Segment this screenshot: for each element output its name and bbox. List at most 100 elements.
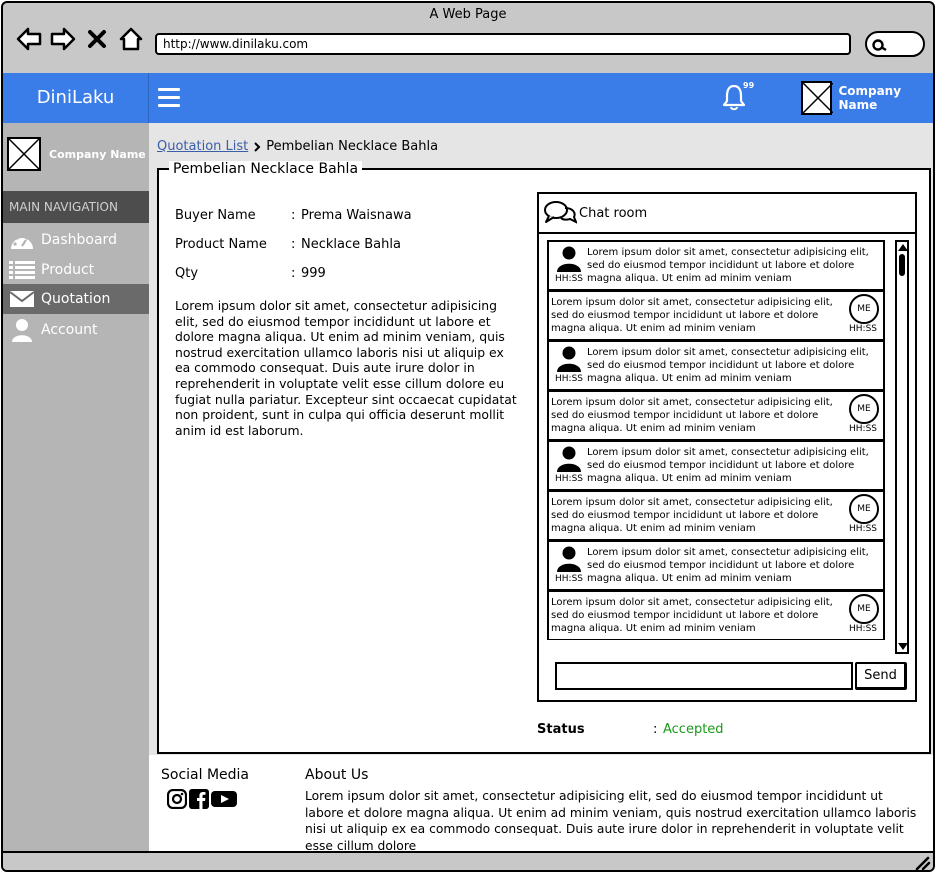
envelope-icon	[3, 289, 41, 309]
scroll-down-icon[interactable]	[898, 643, 908, 650]
chat-message-text: Lorem ipsum dolor sit amet, consectetur …	[551, 497, 833, 534]
browser-window: A Web Page http://www.dinilaku.com DiniL…	[1, 1, 935, 872]
chat-message-time: HH:SS	[555, 374, 583, 384]
chat-message-text: Lorem ipsum dolor sit amet, consectetur …	[587, 547, 869, 584]
sidebar-item-label: Product	[41, 262, 95, 278]
quotation-detail-panel: Pembelian Necklace Bahla Buyer Name : Pr…	[157, 161, 931, 754]
chat-message-input[interactable]	[555, 662, 853, 690]
close-icon[interactable]	[83, 25, 111, 53]
header-company[interactable]: Company Name	[801, 81, 933, 115]
chat-message-me: ME Lorem ipsum dolor sit amet, consectetu…	[547, 290, 885, 340]
quotation-description: Lorem ipsum dolor sit amet, consectetur …	[175, 298, 517, 438]
chat-message-time: HH:SS	[849, 324, 877, 334]
sidebar-company: Company Name	[7, 137, 146, 171]
chat-message-text: Lorem ipsum dolor sit amet, consectetur …	[587, 447, 869, 484]
chat-message-other: Lorem ipsum dolor sit amet, consectetur …	[547, 540, 885, 590]
search-icon	[872, 39, 887, 52]
scroll-thumb[interactable]	[899, 254, 905, 276]
about-us-title: About Us	[305, 767, 369, 783]
header-company-name: Company Name	[838, 84, 902, 112]
user-avatar-icon	[557, 446, 581, 476]
chat-title: Chat room	[579, 205, 648, 221]
me-avatar: ME	[849, 594, 879, 624]
chat-message-me: ME Lorem ipsum dolor sit amet, consectetu…	[547, 390, 885, 440]
sidebar: Company Name MAIN NAVIGATION Dashboard P…	[3, 123, 149, 851]
sidebar-company-name: Company Name	[49, 147, 146, 161]
company-logo-placeholder	[801, 81, 833, 115]
chat-message-text: Lorem ipsum dolor sit amet, consectetur …	[551, 397, 833, 434]
social-media-title: Social Media	[161, 767, 250, 783]
list-icon	[3, 260, 41, 280]
app-header: DiniLaku 99 Company Name	[3, 73, 933, 123]
notification-count: 99	[743, 81, 755, 90]
hamburger-menu-icon[interactable]	[158, 88, 180, 108]
chat-message-text: Lorem ipsum dolor sit amet, consectetur …	[551, 297, 833, 334]
youtube-icon[interactable]	[211, 789, 237, 813]
chat-message-me: ME Lorem ipsum dolor sit amet, consectetu…	[547, 590, 885, 640]
send-button[interactable]: Send	[855, 662, 907, 690]
chevron-right-icon	[254, 141, 261, 152]
chat-message-text: Lorem ipsum dolor sit amet, consectetur …	[551, 597, 833, 634]
main-content: Quotation List Pembelian Necklace Bahla …	[149, 123, 933, 755]
sidebar-item-label: Quotation	[41, 291, 111, 307]
sidebar-item-account[interactable]: Account	[3, 315, 149, 345]
browser-nav-buttons	[15, 25, 145, 53]
chat-message-other: Lorem ipsum dolor sit amet, consectetur …	[547, 340, 885, 390]
sidebar-company-logo-placeholder	[7, 137, 41, 171]
chat-message-me: ME Lorem ipsum dolor sit amet, consectetu…	[547, 490, 885, 540]
user-avatar-icon	[557, 346, 581, 376]
field-separator: :	[291, 266, 296, 281]
chat-bubbles-icon	[544, 201, 577, 224]
chat-header: Chat room	[539, 194, 915, 234]
home-icon[interactable]	[117, 25, 145, 53]
field-label: Qty	[175, 266, 199, 281]
chat-message-time: HH:SS	[555, 474, 583, 484]
user-avatar-icon	[557, 246, 581, 276]
status-separator: :	[653, 722, 658, 737]
sidebar-item-label: Account	[41, 322, 98, 338]
chat-message-time: HH:SS	[555, 274, 583, 284]
field-qty: Qty : 999	[175, 266, 412, 295]
url-input[interactable]: http://www.dinilaku.com	[155, 33, 851, 55]
forward-arrow-icon[interactable]	[49, 25, 77, 53]
footer: Social Media About Us Lorem ipsum dolor …	[149, 755, 933, 853]
sidebar-item-product[interactable]: Product	[3, 255, 149, 285]
social-icons	[166, 788, 237, 813]
chat-message-time: HH:SS	[555, 574, 583, 584]
field-buyer-name: Buyer Name : Prema Waisnawa	[175, 208, 412, 237]
chat-message-time: HH:SS	[849, 524, 877, 534]
window-title: A Web Page	[429, 7, 507, 22]
sidebar-item-dashboard[interactable]: Dashboard	[3, 225, 149, 255]
brand-logo[interactable]: DiniLaku	[3, 73, 149, 123]
sidebar-item-label: Dashboard	[41, 232, 117, 248]
chat-scrollbar[interactable]	[895, 240, 909, 654]
field-value: 999	[301, 266, 326, 281]
scroll-up-icon[interactable]	[898, 244, 908, 251]
user-avatar-icon	[557, 546, 581, 576]
chat-message-time: HH:SS	[849, 424, 877, 434]
dashboard-icon	[3, 229, 41, 251]
resize-grip-icon[interactable]	[915, 856, 931, 870]
status-value: Accepted	[663, 722, 724, 737]
me-avatar: ME	[849, 394, 879, 424]
field-value: Prema Waisnawa	[301, 208, 412, 223]
browser-search-button[interactable]	[865, 31, 925, 57]
me-avatar: ME	[849, 294, 879, 324]
browser-status-bar	[3, 851, 933, 870]
breadcrumb: Quotation List Pembelian Necklace Bahla	[157, 139, 438, 154]
breadcrumb-link-quotation-list[interactable]: Quotation List	[157, 139, 248, 154]
field-separator: :	[291, 237, 296, 252]
facebook-icon[interactable]	[189, 789, 209, 813]
back-arrow-icon[interactable]	[15, 25, 43, 53]
field-value: Necklace Bahla	[301, 237, 401, 252]
chat-room: Chat room Lorem ipsum dolor sit amet, co…	[537, 192, 917, 702]
chat-message-list[interactable]: Lorem ipsum dolor sit amet, consectetur …	[547, 240, 887, 650]
main-navigation-heading: MAIN NAVIGATION	[3, 191, 149, 223]
panel-title: Pembelian Necklace Bahla	[169, 161, 363, 177]
field-label: Product Name	[175, 237, 267, 252]
instagram-icon[interactable]	[166, 788, 188, 813]
status-label: Status	[537, 722, 585, 737]
field-label: Buyer Name	[175, 208, 256, 223]
sidebar-item-quotation[interactable]: Quotation	[3, 284, 149, 314]
chat-message-other: Lorem ipsum dolor sit amet, consectetur …	[547, 240, 885, 290]
